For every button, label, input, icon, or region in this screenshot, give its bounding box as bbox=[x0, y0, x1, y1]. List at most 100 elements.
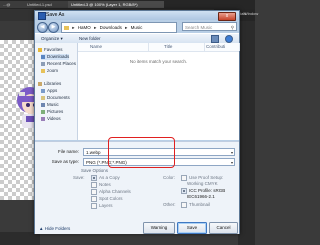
use-proof-setup-label: Use Proof Setup: bbox=[189, 175, 224, 181]
as-a-copy-checkbox[interactable]: As a Copy bbox=[91, 175, 120, 181]
column-name[interactable]: Name bbox=[90, 43, 149, 51]
document-tab-active[interactable]: Untitled-3 @ 100% (Layer 1, RGB/8*) bbox=[68, 1, 164, 8]
help-icon[interactable] bbox=[225, 35, 233, 43]
nav-zoom[interactable]: zoom bbox=[41, 68, 58, 74]
nav-favorites[interactable]: Favorites bbox=[38, 47, 63, 53]
search-placeholder: Search Music bbox=[185, 25, 213, 30]
documents-icon bbox=[41, 95, 45, 100]
pictures-icon bbox=[41, 109, 45, 114]
icc-profile-label: ICC Profile: sRGB bbox=[189, 188, 226, 194]
column-contributing-artists[interactable]: Contributi bbox=[206, 43, 240, 51]
checkbox-icon bbox=[91, 203, 97, 209]
document-tab[interactable]: Untitled-1.psd bbox=[24, 1, 70, 8]
layers-label: Layers bbox=[99, 203, 113, 209]
back-arrow-icon[interactable]: ◀ bbox=[37, 22, 48, 33]
highlight-annotation bbox=[108, 137, 175, 168]
document-tab-bar: ...@ Untitled-1.psd Untitled-3 @ 100% (L… bbox=[0, 0, 255, 9]
save-label: Save: bbox=[73, 175, 85, 180]
file-name-value: 1.webp bbox=[86, 150, 101, 155]
working-cmyk-label: Working CMYK bbox=[187, 181, 218, 186]
nav-apps-label: Apps bbox=[47, 88, 58, 93]
alpha-channels-checkbox[interactable]: Alpha Channels bbox=[91, 189, 131, 195]
videos-icon bbox=[41, 116, 45, 121]
notes-checkbox[interactable]: Notes bbox=[91, 182, 111, 188]
notes-label: Notes bbox=[99, 182, 111, 188]
other-label: Other: bbox=[163, 202, 176, 207]
nav-videos[interactable]: Videos bbox=[41, 116, 61, 122]
address-separator: ▸ bbox=[125, 25, 128, 30]
view-options-icon[interactable] bbox=[211, 35, 219, 43]
new-folder-button[interactable]: New folder bbox=[79, 35, 101, 42]
photoshop-app-icon bbox=[38, 12, 46, 20]
column-title[interactable]: Title bbox=[164, 43, 205, 51]
forward-arrow-icon[interactable]: ▶ bbox=[48, 22, 59, 33]
search-icon[interactable]: ⚲ bbox=[231, 23, 234, 32]
cancel-button[interactable]: Cancel bbox=[209, 222, 238, 234]
nav-music-label: Music bbox=[47, 102, 59, 107]
file-name-label: File name: bbox=[57, 149, 79, 154]
nav-libraries-label: Libraries bbox=[44, 81, 62, 86]
thumbnail-checkbox[interactable]: Thumbnail bbox=[181, 202, 210, 208]
close-button[interactable]: x bbox=[218, 12, 236, 21]
checkbox-icon bbox=[91, 196, 97, 202]
music-icon bbox=[41, 102, 45, 107]
nav-favorites-label: Favorites bbox=[44, 47, 63, 52]
search-input[interactable]: Search Music ⚲ bbox=[182, 22, 237, 31]
panels-dock bbox=[238, 21, 255, 245]
address-row: ◀ ▶ ▸ HaMO ▸ Downloads ▸ Music Search Mu… bbox=[37, 22, 237, 33]
alpha-channels-label: Alpha Channels bbox=[99, 189, 131, 195]
recent-places-icon bbox=[41, 61, 45, 66]
workspace-window[interactable]: Window bbox=[244, 11, 258, 16]
nav-videos-label: Videos bbox=[47, 116, 61, 121]
nav-music[interactable]: Music bbox=[41, 102, 59, 108]
as-a-copy-label: As a Copy bbox=[99, 175, 120, 181]
folder-icon bbox=[64, 25, 69, 30]
save-options-header: Save Options bbox=[81, 168, 109, 173]
dialog-title: Save As bbox=[46, 12, 65, 18]
nav-documents-label: Documents bbox=[47, 95, 70, 100]
nav-zoom-label: zoom bbox=[47, 68, 59, 73]
nav-downloads[interactable]: Downloads bbox=[41, 54, 70, 60]
empty-message: No items match your search. bbox=[129, 59, 188, 64]
breadcrumb-downloads[interactable]: Downloads bbox=[100, 25, 122, 30]
checkbox-icon bbox=[91, 175, 97, 181]
save-button[interactable]: Save bbox=[177, 222, 207, 234]
star-icon bbox=[38, 47, 42, 52]
icc-profile-detail: IEC61966-2.1 bbox=[187, 194, 215, 199]
document-tab[interactable]: ...@ bbox=[0, 1, 26, 8]
nav-downloads-label: Downloads bbox=[47, 54, 70, 59]
nav-pictures[interactable]: Pictures bbox=[41, 109, 63, 115]
thumbnail-label: Thumbnail bbox=[189, 202, 211, 208]
layers-checkbox[interactable]: Layers bbox=[91, 203, 113, 209]
breadcrumb-music[interactable]: Music bbox=[131, 25, 143, 30]
nav-recent-places-label: Recent Places bbox=[47, 61, 77, 66]
nav-recent-places[interactable]: Recent Places bbox=[41, 61, 76, 67]
folder-icon bbox=[41, 68, 45, 73]
navigation-pane: Favorites Downloads Recent Places zoom L… bbox=[35, 43, 78, 140]
nav-documents[interactable]: Documents bbox=[41, 95, 70, 101]
organize-menu[interactable]: Organize ▾ bbox=[41, 35, 63, 42]
chevron-down-icon[interactable]: ▾ bbox=[231, 149, 233, 155]
save-as-dialog: Save As x ◀ ▶ ▸ HaMO ▸ Downloads ▸ Music… bbox=[34, 10, 240, 234]
spot-colors-label: Spot Colors bbox=[99, 196, 123, 202]
column-header-row: Name Title Contributi bbox=[78, 43, 240, 52]
address-separator: ▸ bbox=[72, 25, 75, 30]
checkbox-icon bbox=[91, 189, 97, 195]
nav-libraries[interactable]: Libraries bbox=[38, 81, 61, 87]
nav-pictures-label: Pictures bbox=[47, 109, 64, 114]
spot-colors-checkbox[interactable]: Spot Colors bbox=[91, 196, 123, 202]
chevron-down-icon[interactable]: ▾ bbox=[231, 159, 233, 165]
nav-apps[interactable]: Apps bbox=[41, 88, 57, 94]
file-list[interactable]: Name Title Contributi No items match you… bbox=[78, 43, 240, 140]
warning-button[interactable]: Warning bbox=[143, 222, 175, 234]
downloads-icon bbox=[41, 54, 45, 59]
breadcrumb-hamo[interactable]: HaMO bbox=[78, 25, 91, 30]
dialog-titlebar[interactable]: Save As x bbox=[35, 11, 239, 21]
address-bar[interactable]: ▸ HaMO ▸ Downloads ▸ Music bbox=[61, 22, 177, 33]
hide-folders-toggle[interactable]: ▲ Hide Folders bbox=[39, 226, 70, 232]
color-label: Color: bbox=[163, 175, 176, 180]
checkbox-icon bbox=[91, 182, 97, 188]
hide-folders-label: Hide Folders bbox=[44, 226, 71, 231]
libraries-icon bbox=[38, 81, 42, 86]
apps-icon bbox=[41, 88, 45, 93]
